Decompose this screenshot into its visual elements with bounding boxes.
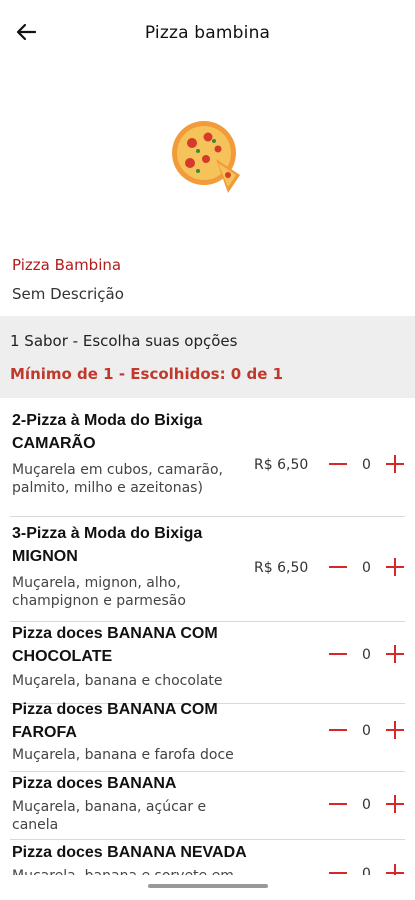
list-item: Pizza doces BANANA COM CHOCOLATE Muçarel… [0,622,415,704]
product-image [0,66,415,246]
item-description: Muçarela, banana, açúcar e canela [12,799,207,833]
section-requirement: Mínimo de 1 - Escolhidos: 0 de 1 [10,365,284,383]
item-quantity: 0 [362,457,371,473]
item-description: Muçarela em cubos, camarão, palmito, mil… [12,462,223,496]
item-title: 3-Pizza à Moda do Bixiga MIGNON [12,525,203,565]
list-item: Pizza doces BANANA COM FAROFA Muçarela, … [0,698,415,772]
increase-button[interactable] [384,643,406,665]
divider [10,516,405,517]
item-title: Pizza doces BANANA NEVADA [12,844,247,861]
decrease-button[interactable] [327,453,349,475]
item-title: Pizza doces BANANA COM CHOCOLATE [12,625,218,665]
item-price: R$ 6,50 [254,560,309,576]
divider [10,839,405,840]
page-title: Pizza bambina [144,23,271,43]
decrease-button[interactable] [327,793,349,815]
increase-button[interactable] [384,793,406,815]
item-quantity: 0 [362,647,371,663]
product-description: Sem Descrição [12,285,124,303]
increase-button[interactable] [384,556,406,578]
item-quantity: 0 [362,797,371,813]
item-price: R$ 6,50 [254,457,309,473]
decrease-button[interactable] [327,862,349,875]
item-title: Pizza doces BANANA COM FAROFA [12,701,218,741]
pizza-icon [171,121,240,193]
list-item: 2-Pizza à Moda do Bixiga CAMARÃO Muçarel… [0,405,415,517]
home-indicator[interactable] [148,884,268,888]
product-name: Pizza Bambina [12,256,122,274]
arrow-left-icon[interactable] [12,18,40,46]
list-item: 3-Pizza à Moda do Bixiga MIGNON Muçarela… [0,518,415,622]
increase-button[interactable] [384,862,406,875]
decrease-button[interactable] [327,643,349,665]
list-item: Pizza doces BANANA NEVADA Muçarela, bana… [0,841,415,875]
item-quantity: 0 [362,560,371,576]
decrease-button[interactable] [327,556,349,578]
item-title: 2-Pizza à Moda do Bixiga CAMARÃO [12,412,203,452]
decrease-button[interactable] [327,719,349,741]
app-bar: Pizza bambina [0,0,415,66]
list-item: Pizza doces BANANA Muçarela, banana, açú… [0,772,415,840]
item-description: Muçarela, mignon, alho, champignon e par… [12,575,186,609]
item-description: Muçarela, banana e chocolate [12,673,223,689]
item-quantity: 0 [362,866,371,875]
section-title: 1 Sabor - Escolha suas opções [10,332,238,350]
item-description: Muçarela, banana e sorvete em [12,867,252,875]
options-list: 2-Pizza à Moda do Bixiga CAMARÃO Muçarel… [0,405,415,875]
increase-button[interactable] [384,719,406,741]
item-description: Muçarela, banana e farofa doce [12,747,234,763]
options-section-header: 1 Sabor - Escolha suas opções Mínimo de … [0,316,415,398]
increase-button[interactable] [384,453,406,475]
item-quantity: 0 [362,723,371,739]
item-title: Pizza doces BANANA [12,775,177,792]
